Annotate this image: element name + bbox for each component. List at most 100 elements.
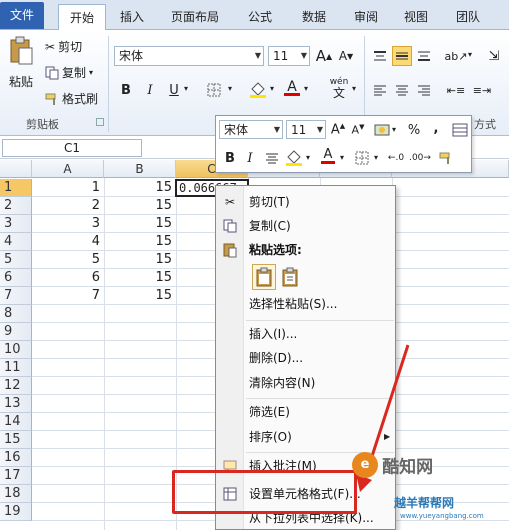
row-header[interactable]: 18 [0,485,32,503]
cell-col-b[interactable]: 15 [104,269,176,287]
row-header[interactable]: 1 [0,179,32,197]
row-header[interactable]: 6 [0,269,32,287]
row-header[interactable]: 9 [0,323,32,341]
font-name-select[interactable]: 宋体 ▼ [114,46,264,66]
chevron-down-icon[interactable]: ▾ [306,153,310,162]
paste-option-formatting-button[interactable] [278,264,302,290]
chevron-down-icon[interactable]: ▾ [374,153,378,162]
cell-col-a[interactable]: 3 [32,215,104,233]
mini-center-button[interactable] [262,148,282,168]
select-all-corner[interactable] [0,160,32,178]
cell-col-b[interactable]: 15 [104,287,176,305]
orientation-button[interactable]: ab↗ [445,46,468,66]
cut-button[interactable]: ✂ 剪切 [45,38,82,55]
chevron-down-icon[interactable]: ▾ [468,50,472,59]
mini-borders-button[interactable] [352,148,372,168]
cell-col-b[interactable]: 15 [104,233,176,251]
mini-italic-button[interactable]: I [240,148,260,168]
menu-item-delete[interactable]: 删除(D)... [249,348,303,368]
tab-view[interactable]: 视图 [396,4,436,30]
row-header[interactable]: 7 [0,287,32,305]
align-bottom-button[interactable] [414,46,434,66]
format-painter-button[interactable]: 格式刷 [45,90,98,107]
dialog-launcher-icon[interactable] [96,118,104,126]
cell-col-a[interactable]: 7 [32,287,104,305]
row-header[interactable]: 13 [0,395,32,413]
tab-review[interactable]: 审阅 [346,4,386,30]
row-header[interactable]: 15 [0,431,32,449]
align-middle-button[interactable] [392,46,412,66]
menu-item-insert[interactable]: 插入(I)... [249,324,297,344]
chevron-down-icon[interactable]: ▾ [352,84,356,93]
menu-item-filter[interactable]: 筛选(E) [249,402,290,422]
mini-font-size-select[interactable]: 11 ▼ [286,120,326,139]
chevron-down-icon[interactable]: ▾ [228,84,232,93]
chevron-down-icon[interactable]: ▾ [392,125,396,134]
row-header[interactable]: 14 [0,413,32,431]
row-header[interactable]: 16 [0,449,32,467]
menu-item-copy[interactable]: 复制(C) [249,216,291,236]
phonetic-guide-button[interactable]: wén 文 [324,74,354,102]
paste-button[interactable]: 粘贴 [6,36,36,90]
tab-file[interactable]: 文件 [0,2,44,29]
font-size-select[interactable]: 11 ▼ [268,46,310,66]
increase-indent-button[interactable]: ≡⇥ [472,80,492,100]
row-header[interactable]: 12 [0,377,32,395]
decrease-indent-button[interactable]: ⇤≡ [446,80,466,100]
cell-col-b[interactable]: 15 [104,197,176,215]
mini-shrink-font-button[interactable]: A▼ [348,120,368,140]
align-center-button[interactable] [392,80,412,100]
mini-format-painter-button[interactable] [436,148,456,168]
fill-color-button[interactable] [248,80,268,100]
row-header[interactable]: 4 [0,233,32,251]
row-header[interactable]: 17 [0,467,32,485]
menu-item-clear-contents[interactable]: 清除内容(N) [249,373,315,393]
row-header[interactable]: 10 [0,341,32,359]
tab-team[interactable]: 团队 [448,4,488,30]
column-header-b[interactable]: B [104,160,176,178]
cell-col-a[interactable]: 6 [32,269,104,287]
wrap-text-button[interactable]: ⇲ [484,46,504,66]
chevron-down-icon[interactable]: ▾ [270,84,274,93]
tab-formulas[interactable]: 公式 [240,4,280,30]
menu-item-sort[interactable]: 排序(O) [249,427,292,447]
tab-data[interactable]: 数据 [292,4,336,30]
mini-bold-button[interactable]: B [220,148,240,168]
row-header[interactable]: 8 [0,305,32,323]
align-left-button[interactable] [370,80,390,100]
cell-col-a[interactable]: 4 [32,233,104,251]
row-header[interactable]: 2 [0,197,32,215]
mini-font-color-button[interactable]: A [318,146,338,166]
tab-insert[interactable]: 插入 [112,4,152,30]
cell-col-a[interactable]: 1 [32,179,104,197]
mini-increase-decimal-button[interactable]: ←.0 [386,148,406,168]
cell-col-a[interactable]: 2 [32,197,104,215]
name-box[interactable]: C1 [2,139,142,157]
mini-number-format-button[interactable] [372,120,392,140]
row-header[interactable]: 11 [0,359,32,377]
font-color-button[interactable]: A [282,78,302,98]
mini-font-name-select[interactable]: 宋体 ▼ [219,120,283,139]
borders-button[interactable] [204,80,224,100]
underline-button[interactable]: U [164,80,184,100]
tab-home[interactable]: 开始 [58,4,106,31]
cell-col-a[interactable]: 5 [32,251,104,269]
shrink-font-button[interactable]: A ▼ [336,46,356,66]
align-right-button[interactable] [414,80,434,100]
row-header[interactable]: 19 [0,503,32,521]
bold-button[interactable]: B [116,80,136,100]
grow-font-button[interactable]: A ▲ [314,46,334,66]
row-header[interactable]: 3 [0,215,32,233]
mini-percent-button[interactable]: % [404,120,424,140]
mini-decrease-decimal-button[interactable]: .00→ [409,148,431,168]
mini-fill-color-button[interactable] [284,148,304,168]
copy-button[interactable]: 复制 ▾ [45,64,93,81]
cell-col-b[interactable]: 15 [104,215,176,233]
cell-col-b[interactable]: 15 [104,179,176,197]
align-top-button[interactable] [370,46,390,66]
menu-item-paste-special[interactable]: 选择性粘贴(S)... [249,294,337,314]
paste-option-values-button[interactable] [252,264,276,290]
menu-item-cut[interactable]: 剪切(T) [249,192,290,212]
chevron-down-icon[interactable]: ▾ [304,84,308,93]
tab-page-layout[interactable]: 页面布局 [160,4,230,30]
